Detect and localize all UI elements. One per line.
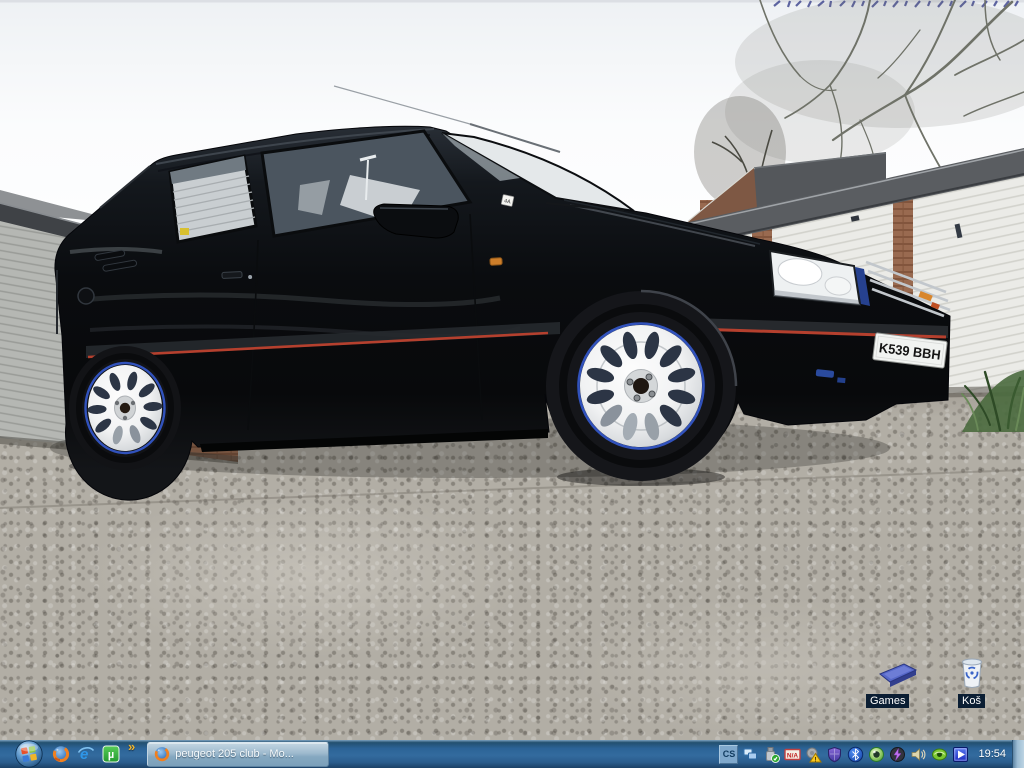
- task-button-label: peugeot 205 club - Mo...: [175, 748, 294, 760]
- system-tray: CS N/A !: [719, 745, 1012, 764]
- internet-explorer-icon[interactable]: e: [77, 745, 95, 763]
- media-player-icon[interactable]: [952, 746, 969, 763]
- fuel-cap: [78, 288, 94, 304]
- start-button[interactable]: [15, 740, 43, 768]
- recycle-bin-icon: [957, 652, 987, 690]
- temperature-monitor-icon[interactable]: N/A: [784, 746, 801, 763]
- tax-disc: 4A: [501, 194, 514, 206]
- svg-text:µ: µ: [108, 749, 114, 761]
- language-indicator[interactable]: CS: [719, 745, 738, 764]
- wallpaper-photo: 4A: [0, 0, 1024, 740]
- taskbar: e µ » peugeot 205 club - Mo... CS: [0, 740, 1024, 768]
- quick-launch: e µ: [52, 745, 120, 763]
- front-wheel: [546, 291, 736, 481]
- bluetooth-icon[interactable]: [847, 746, 864, 763]
- svg-text:!: !: [815, 756, 817, 763]
- power-manager-icon[interactable]: [889, 746, 906, 763]
- games-folder-icon: [874, 658, 918, 688]
- desktop-icon-games-label[interactable]: Games: [866, 694, 909, 708]
- firefox-icon: [154, 746, 170, 762]
- desktop-icon-recycle-bin[interactable]: [957, 652, 987, 695]
- desktop-icon-games[interactable]: [874, 658, 918, 693]
- show-desktop-edge[interactable]: [1012, 740, 1024, 768]
- firefox-icon[interactable]: [52, 745, 70, 763]
- taskbar-clock[interactable]: 19:54: [978, 748, 1006, 760]
- task-button-browser[interactable]: peugeot 205 club - Mo...: [147, 742, 329, 767]
- svg-text:N/A: N/A: [787, 752, 799, 759]
- desktop: 4A: [0, 0, 1024, 768]
- antivirus-shield-icon[interactable]: [826, 746, 843, 763]
- nvidia-settings-icon[interactable]: [931, 746, 948, 763]
- desktop-icon-recycle-bin-label[interactable]: Koš: [958, 694, 985, 708]
- quick-launch-overflow-chevron[interactable]: »: [128, 742, 135, 752]
- webcam-icon[interactable]: [868, 746, 885, 763]
- utorrent-icon[interactable]: µ: [102, 745, 120, 763]
- network-icon[interactable]: [742, 746, 759, 763]
- hardware-warning-icon[interactable]: !: [805, 746, 822, 763]
- rear-wheel: [69, 346, 181, 470]
- side-indicator: [490, 258, 502, 266]
- volume-icon[interactable]: [910, 746, 927, 763]
- usb-icon[interactable]: [763, 746, 780, 763]
- car-rear-quarter-window: [170, 156, 256, 242]
